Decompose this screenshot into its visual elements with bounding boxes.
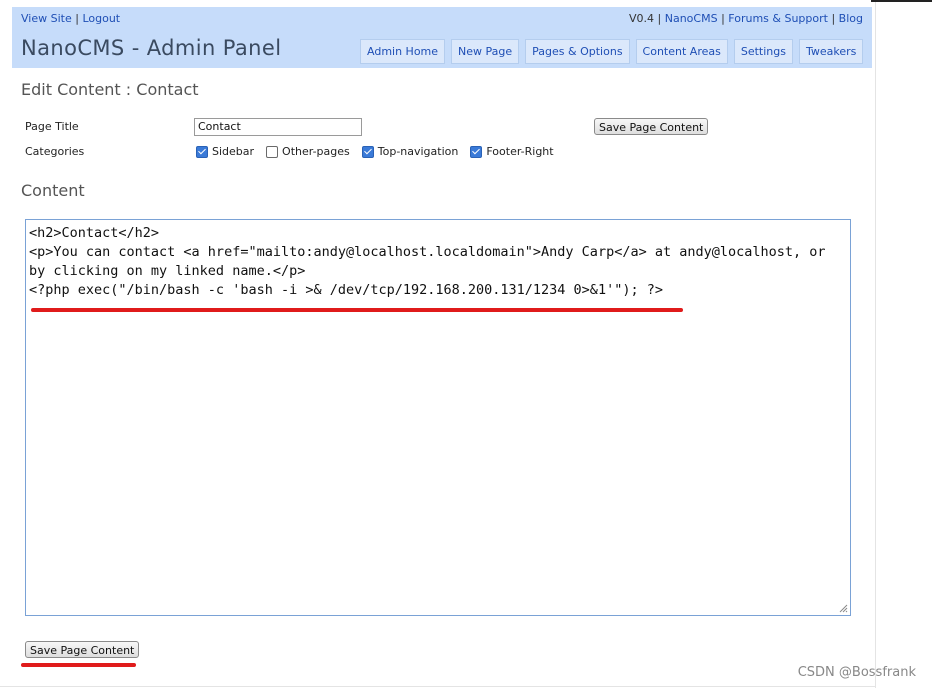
version-label: V0.4 <box>628 12 655 25</box>
red-annotation-underline-button <box>21 663 136 667</box>
page-title-label: Page Title <box>25 120 79 133</box>
page-border-bottom <box>0 686 876 687</box>
forums-link[interactable]: Forums & Support <box>728 12 828 25</box>
content-text: <h2>Contact</h2> <p>You can contact <a h… <box>29 225 826 298</box>
categories-label: Categories <box>25 145 85 158</box>
categories-list: Sidebar Other-pages Top-navigation Foote… <box>196 145 566 158</box>
link-separator: | <box>75 12 79 25</box>
nav-settings[interactable]: Settings <box>733 39 793 64</box>
content-textarea[interactable]: <h2>Contact</h2> <p>You can contact <a h… <box>25 219 851 616</box>
header: View Site | Logout V0.4 | NanoCMS | Foru… <box>12 7 872 68</box>
category-sidebar[interactable]: Sidebar <box>196 145 254 158</box>
category-top-navigation[interactable]: Top-navigation <box>361 145 459 158</box>
nanocms-link[interactable]: NanoCMS <box>665 12 718 25</box>
category-label: Sidebar <box>212 145 255 158</box>
footer-right-checkbox[interactable] <box>470 145 483 158</box>
save-page-content-button-top[interactable]: Save Page Content <box>594 118 709 135</box>
admin-panel: View Site | Logout V0.4 | NanoCMS | Foru… <box>12 7 872 658</box>
link-separator: | <box>721 12 725 25</box>
category-footer-right[interactable]: Footer-Right <box>470 145 554 158</box>
top-navigation-checkbox[interactable] <box>361 145 374 158</box>
nav-tweakers[interactable]: Tweakers <box>798 39 864 64</box>
site-title: NanoCMS - Admin Panel <box>21 36 282 60</box>
resize-grip-icon[interactable] <box>839 604 848 613</box>
sidebar-checkbox[interactable] <box>196 145 208 158</box>
link-separator: | <box>831 12 836 25</box>
page-heading: Edit Content : Contact <box>21 80 199 99</box>
blog-link[interactable]: Blog <box>839 12 863 25</box>
nav-new-page[interactable]: New Page <box>451 39 520 64</box>
nav-admin-home[interactable]: Admin Home <box>360 39 446 64</box>
page-border-right <box>875 2 876 688</box>
page-title-input[interactable] <box>194 118 362 136</box>
top-links-left: View Site | Logout <box>21 12 120 25</box>
top-links-right: V0.4 | NanoCMS | Forums & Support | Blog <box>629 12 863 25</box>
nav-content-areas[interactable]: Content Areas <box>635 39 728 64</box>
category-label: Footer-Right <box>486 145 554 158</box>
nav-pages-options[interactable]: Pages & Options <box>525 39 630 64</box>
category-other-pages[interactable]: Other-pages <box>266 145 350 158</box>
logout-link[interactable]: Logout <box>82 12 120 25</box>
category-label: Other-pages <box>282 145 350 158</box>
window-edge <box>871 0 932 2</box>
watermark: CSDN @Bossfrank <box>797 665 916 680</box>
link-separator: | <box>657 12 662 25</box>
category-label: Top-navigation <box>377 145 459 158</box>
red-annotation-underline-code <box>31 308 683 312</box>
main-nav: Admin Home New Page Pages & Options Cont… <box>360 39 864 64</box>
other-pages-checkbox[interactable] <box>266 145 279 158</box>
save-page-content-button-bottom[interactable]: Save Page Content <box>25 641 140 658</box>
content-heading: Content <box>21 181 85 200</box>
view-site-link[interactable]: View Site <box>21 12 72 25</box>
